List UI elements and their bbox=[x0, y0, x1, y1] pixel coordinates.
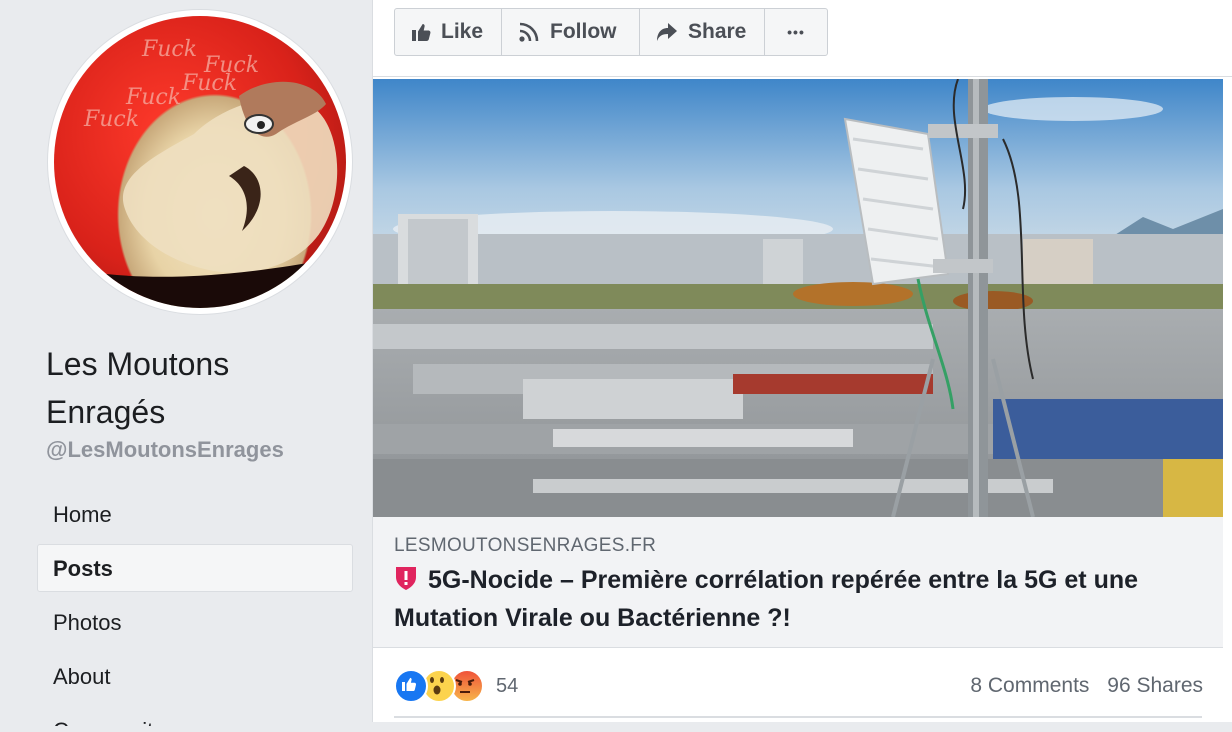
post-link-image[interactable] bbox=[373, 79, 1223, 517]
link-title[interactable]: 5G-Nocide – Première corrélation repérée… bbox=[394, 563, 1194, 636]
share-button[interactable]: Share bbox=[640, 9, 765, 55]
nav-item-home[interactable]: Home bbox=[37, 490, 353, 538]
like-reaction-icon bbox=[394, 669, 428, 703]
nav-item-community[interactable]: Community bbox=[37, 706, 353, 726]
divider bbox=[394, 716, 1202, 718]
page-handle[interactable]: @LesMoutonsEnrages bbox=[46, 437, 284, 463]
thumbs-up-icon bbox=[411, 22, 431, 42]
link-preview[interactable]: LESMOUTONSENRAGES.FR 5G-Nocide – Premièr… bbox=[373, 517, 1223, 648]
avatar-word: Fuck bbox=[141, 37, 197, 62]
more-dots-icon: ••• bbox=[787, 24, 805, 40]
comments-count-link[interactable]: 8 Comments bbox=[970, 674, 1089, 697]
page-action-bar: Like Follow Share ••• bbox=[373, 0, 1232, 77]
share-arrow-icon bbox=[656, 22, 678, 42]
post-stats: 8 Comments 96 Shares bbox=[958, 674, 1203, 698]
nav-item-posts[interactable]: Posts bbox=[37, 544, 353, 592]
share-label: Share bbox=[688, 20, 747, 43]
avatar-word: Fuck bbox=[181, 71, 237, 96]
follow-label: Follow bbox=[550, 20, 617, 43]
exclamation-shield-icon bbox=[394, 565, 418, 601]
reaction-count[interactable]: 54 bbox=[496, 675, 518, 698]
more-options-button[interactable]: ••• bbox=[765, 9, 827, 55]
link-domain: LESMOUTONSENRAGES.FR bbox=[394, 535, 657, 556]
link-title-text: 5G-Nocide – Première corrélation repérée… bbox=[394, 566, 1139, 632]
page-avatar[interactable]: Fuck Fuck Fuck Fuck Fuck bbox=[48, 10, 352, 314]
main-column: Like Follow Share ••• LESMOUTONSENRAGES.… bbox=[372, 0, 1232, 722]
nav-item-photos[interactable]: Photos bbox=[37, 598, 353, 646]
rss-icon bbox=[518, 21, 540, 43]
nav-item-about[interactable]: About bbox=[37, 652, 353, 700]
antenna-cityscape-image bbox=[373, 79, 1223, 517]
reaction-summary[interactable]: 54 bbox=[394, 669, 518, 703]
follow-button[interactable]: Follow bbox=[502, 9, 640, 55]
like-button[interactable]: Like bbox=[395, 9, 502, 55]
page-sidebar: Fuck Fuck Fuck Fuck Fuck Les Moutons Enr… bbox=[0, 0, 372, 726]
page-title[interactable]: Les Moutons Enragés bbox=[46, 340, 346, 436]
action-button-group: Like Follow Share ••• bbox=[394, 8, 828, 56]
page-nav: Home Posts Photos About Community bbox=[37, 490, 353, 732]
shares-count-link[interactable]: 96 Shares bbox=[1107, 674, 1203, 697]
like-label: Like bbox=[441, 20, 484, 43]
avatar-image: Fuck Fuck Fuck Fuck Fuck bbox=[54, 16, 346, 308]
avatar-word: Fuck bbox=[83, 107, 139, 132]
